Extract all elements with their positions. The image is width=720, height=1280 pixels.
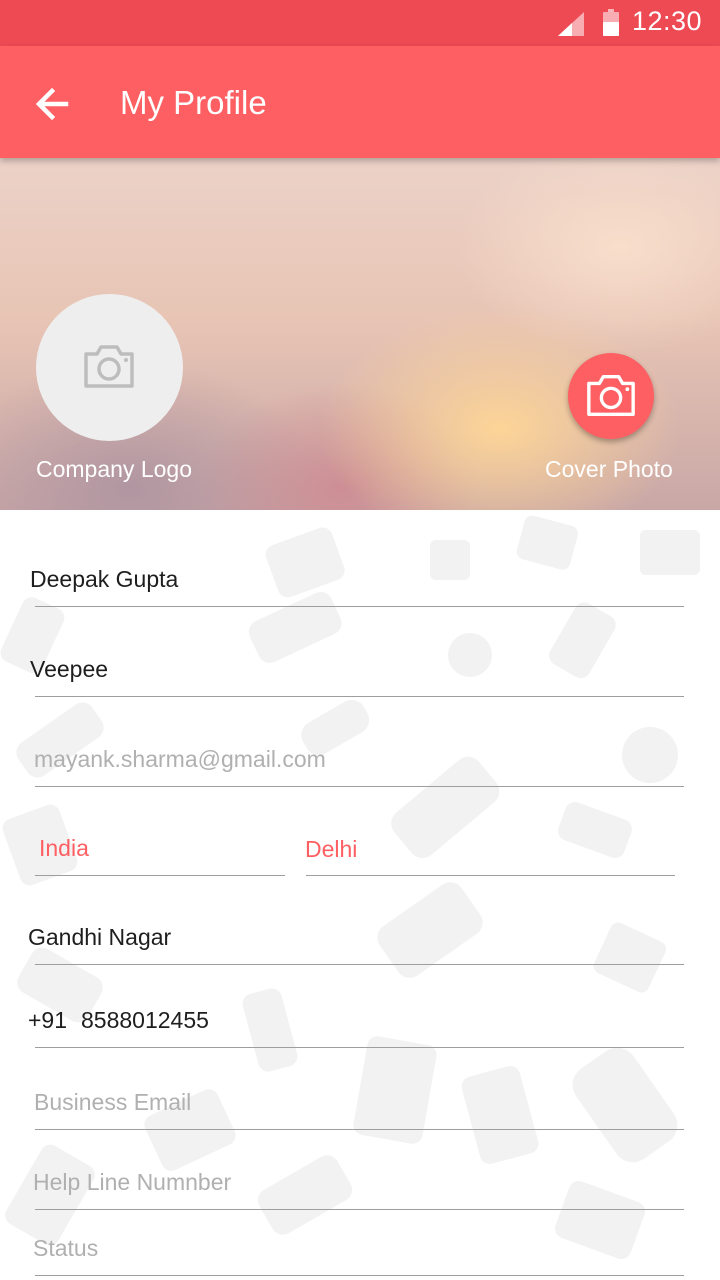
status-bar: 12:30: [0, 0, 720, 46]
cell-signal-icon: [558, 12, 584, 36]
country-code: +91: [28, 1007, 68, 1033]
battery-icon: [603, 9, 619, 36]
company-logo-button[interactable]: [36, 294, 183, 441]
business-email-field[interactable]: Business Email: [34, 1089, 191, 1116]
helpline-underline: [35, 1209, 684, 1210]
cover-photo-button[interactable]: [568, 353, 654, 439]
background-pattern: [0, 515, 700, 1260]
business-email-underline: [35, 1129, 684, 1130]
phone-field[interactable]: 8588012455: [81, 1007, 209, 1034]
country-select[interactable]: India: [39, 835, 89, 862]
name-field[interactable]: Deepak Gupta: [30, 566, 178, 593]
app-bar: My Profile: [0, 46, 720, 158]
locality-underline: [35, 964, 684, 965]
page-title: My Profile: [120, 84, 267, 121]
company-field[interactable]: Veepee: [30, 656, 108, 683]
name-underline: [35, 606, 684, 607]
status-underline: [35, 1275, 684, 1276]
status-clock: 12:30: [632, 6, 703, 36]
camera-icon: [587, 375, 635, 416]
city-select[interactable]: Delhi: [305, 836, 357, 863]
camera-icon: [84, 345, 134, 388]
email-field[interactable]: mayank.sharma@gmail.com: [34, 746, 326, 773]
cover-photo-label: Cover Photo: [545, 456, 673, 482]
city-underline: [306, 875, 675, 876]
locality-field[interactable]: Gandhi Nagar: [28, 924, 171, 951]
status-field[interactable]: Status: [33, 1235, 98, 1262]
email-underline: [35, 786, 684, 787]
phone-underline: [35, 1047, 684, 1048]
country-underline: [35, 875, 285, 876]
profile-form: Deepak Gupta Veepee mayank.sharma@gmail.…: [0, 510, 720, 1280]
cover-photo-area: Company Logo Cover Photo: [0, 158, 720, 510]
company-logo-label: Company Logo: [36, 456, 192, 482]
company-underline: [35, 696, 684, 697]
helpline-field[interactable]: Help Line Numnber: [33, 1169, 231, 1196]
arrow-left-icon[interactable]: [30, 82, 74, 126]
